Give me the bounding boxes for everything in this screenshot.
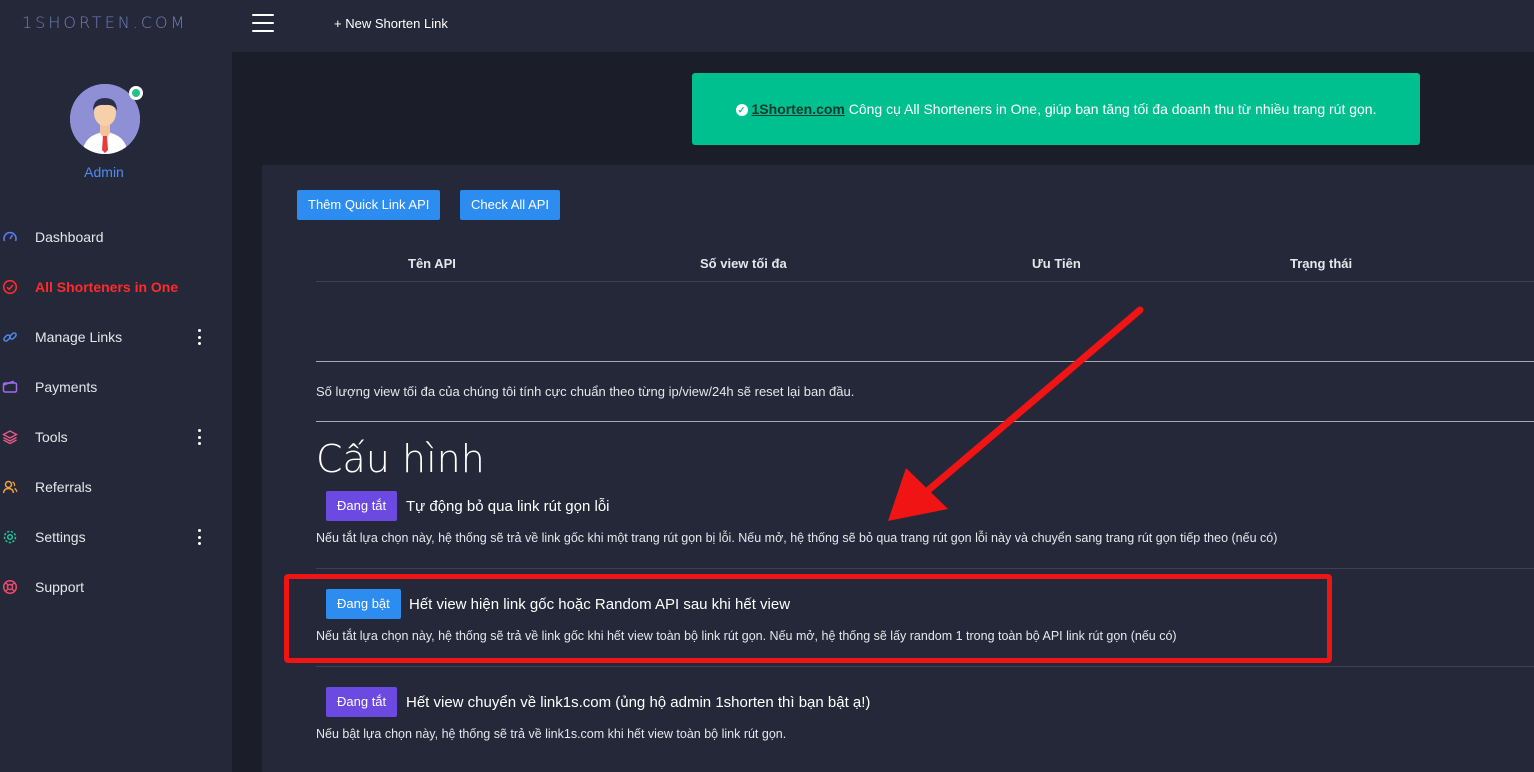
divider	[316, 568, 1534, 569]
option-title: Tự động bỏ qua link rút gọn lỗi	[406, 498, 610, 515]
gauge-icon	[3, 231, 17, 242]
column-header-priority[interactable]: Ưu Tiên	[1032, 256, 1081, 271]
sidebar-item-referrals[interactable]: Referrals	[0, 470, 232, 504]
divider	[316, 421, 1534, 422]
divider	[316, 666, 1534, 667]
add-quick-link-api-button[interactable]: Thêm Quick Link API	[297, 190, 441, 220]
sidebar: Admin Dashboard All Shorteners in One Ma…	[0, 52, 232, 772]
auto-skip-error-toggle[interactable]: Đang tắt	[326, 491, 398, 521]
user-name[interactable]: Admin	[0, 164, 208, 180]
sidebar-item-label: All Shorteners in One	[35, 279, 179, 295]
check-circle-icon: ✓	[735, 104, 748, 116]
config-title: Cấu hình	[316, 437, 485, 481]
sidebar-item-all-shorteners[interactable]: All Shorteners in One	[0, 270, 232, 304]
info-notice: ✓ 1Shorten.com Công cụ All Shorteners in …	[692, 73, 1420, 145]
wallet-icon	[2, 380, 18, 393]
more-vertical-icon[interactable]	[196, 529, 202, 545]
site-link[interactable]: 1Shorten.com	[752, 101, 845, 117]
users-icon	[2, 480, 18, 494]
sidebar-item-settings[interactable]: Settings	[0, 520, 232, 554]
divider	[316, 361, 1534, 362]
more-vertical-icon[interactable]	[196, 429, 202, 445]
check-all-api-button[interactable]: Check All API	[460, 190, 561, 220]
top-bar: 1SHORTEN.COM + New Shorten Link	[0, 0, 1534, 52]
sidebar-item-label: Tools	[35, 429, 68, 445]
gear-icon	[3, 530, 17, 544]
column-header-api-name[interactable]: Tên API	[408, 256, 456, 271]
highlight-box	[284, 574, 1332, 663]
menu-toggle-icon[interactable]	[252, 14, 274, 34]
api-panel: Thêm Quick Link API Check All API Tên AP…	[262, 165, 1534, 772]
brand-logo[interactable]: 1SHORTEN.COM	[22, 13, 187, 32]
new-shorten-link-button[interactable]: + New Shorten Link	[334, 16, 448, 31]
redirect-link1s-toggle[interactable]: Đang tắt	[326, 687, 398, 717]
sidebar-item-label: Support	[35, 579, 85, 595]
notice-text: Công cụ All Shorteners in One, giúp bạn …	[844, 101, 1377, 117]
table-header-divider	[316, 281, 1534, 282]
sidebar-item-label: Dashboard	[35, 229, 104, 245]
sidebar-item-dashboard[interactable]: Dashboard	[0, 220, 232, 254]
option-description: Nếu bật lựa chọn này, hệ thống sẽ trả về…	[316, 727, 787, 741]
view-limit-note: Số lượng view tối đa của chúng tôi tính …	[316, 384, 855, 399]
option-description: Nếu tắt lựa chọn này, hệ thống sẽ trả về…	[316, 531, 1278, 545]
check-circle-icon	[2, 279, 18, 295]
layers-icon	[2, 430, 18, 445]
link-icon	[3, 332, 17, 342]
sidebar-item-label: Payments	[35, 379, 98, 395]
avatar[interactable]	[70, 84, 143, 154]
column-header-status[interactable]: Trạng thái	[1290, 256, 1352, 271]
sidebar-item-label: Referrals	[35, 479, 92, 495]
column-header-max-views[interactable]: Số view tối đa	[700, 256, 787, 271]
sidebar-item-label: Manage Links	[35, 329, 123, 345]
lifebuoy-icon	[2, 579, 18, 595]
more-vertical-icon[interactable]	[196, 329, 202, 345]
sidebar-item-payments[interactable]: Payments	[0, 370, 232, 404]
sidebar-item-support[interactable]: Support	[0, 570, 232, 604]
option-title: Hết view chuyển về link1s.com (ủng hộ ad…	[406, 694, 871, 711]
sidebar-item-manage-links[interactable]: Manage Links	[0, 320, 232, 354]
sidebar-item-tools[interactable]: Tools	[0, 420, 232, 454]
sidebar-item-label: Settings	[35, 529, 86, 545]
online-status-dot	[129, 86, 143, 100]
